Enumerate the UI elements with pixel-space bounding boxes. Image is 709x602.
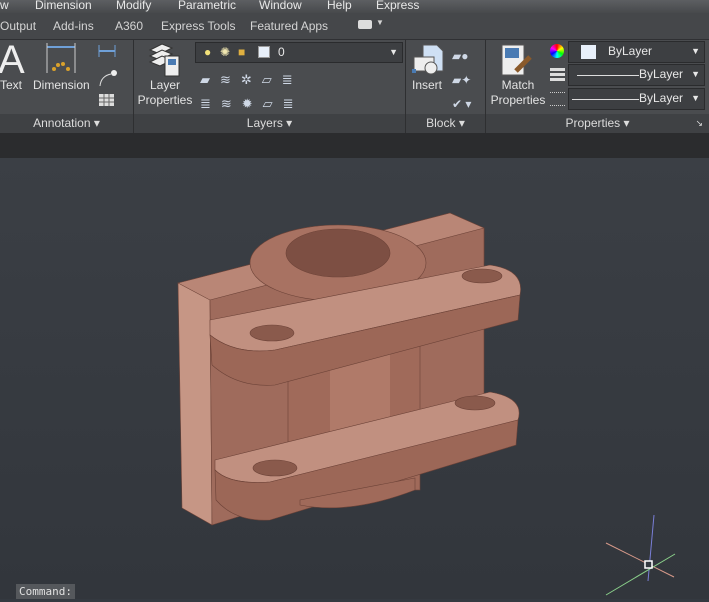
menu-parametric[interactable]: Parametric	[178, 0, 236, 12]
line-sample	[572, 99, 639, 100]
minimize-ribbon-icon[interactable]	[358, 20, 372, 29]
layers-panel-label[interactable]: Layers ▾	[134, 114, 405, 133]
bore-hole	[285, 228, 391, 278]
lineweight-icon	[550, 68, 565, 82]
command-line[interactable]: Command:	[16, 584, 75, 599]
edit-block-icon[interactable]: ▰✦	[452, 68, 471, 92]
menu-express[interactable]: Express	[376, 0, 419, 12]
chevron-down-icon: ▼	[691, 46, 700, 56]
dimension-button[interactable]: Dimension	[33, 78, 90, 93]
properties-panel-label[interactable]: Properties ▾ ↘	[486, 114, 709, 133]
ribbon-tabs: Output Add-ins A360 Express Tools Featur…	[0, 13, 709, 40]
bolt-hole	[252, 459, 298, 477]
chevron-down-icon[interactable]: ▼	[376, 18, 384, 27]
menu-help[interactable]: Help	[327, 0, 352, 12]
menu-draw[interactable]: w	[0, 0, 9, 12]
dimension-icon[interactable]	[44, 43, 78, 77]
color-wheel-icon	[550, 44, 564, 58]
linetype-dropdown[interactable]: ByLayer ▼	[568, 64, 705, 86]
color-swatch	[581, 45, 596, 59]
chevron-down-icon: ▼	[389, 47, 398, 57]
chevron-down-icon: ▼	[691, 69, 700, 79]
tab-a360[interactable]: A360	[115, 19, 143, 33]
text-button[interactable]: Text	[0, 78, 22, 93]
current-layer-name: 0	[278, 45, 285, 59]
annotation-tools[interactable]	[97, 44, 127, 108]
match-properties-icon[interactable]	[500, 43, 534, 79]
menu-modify[interactable]: Modify	[116, 0, 151, 12]
3d-model[interactable]	[0, 158, 709, 599]
bolt-hole	[249, 324, 295, 342]
match-properties-button[interactable]: Match Properties	[489, 78, 547, 108]
create-block-icon[interactable]: ▰●	[452, 44, 471, 68]
layer-tools-grid[interactable]: ▰≋✲▱≣ ≣≋✹▱≣	[200, 68, 312, 116]
layer-properties-icon[interactable]	[148, 42, 182, 78]
drawing-viewport[interactable]	[0, 158, 709, 599]
tab-express-tools[interactable]: Express Tools	[161, 19, 235, 33]
lineweight-dropdown[interactable]: ByLayer ▼	[568, 88, 705, 110]
ucs-icon	[605, 514, 676, 596]
block-panel-label[interactable]: Block ▾	[406, 114, 485, 133]
bolt-hole	[454, 395, 496, 411]
bolt-hole	[461, 268, 503, 284]
file-tab-bar	[0, 133, 709, 158]
back-plate-side	[177, 282, 213, 526]
layer-properties-button[interactable]: Layer Properties	[136, 78, 194, 108]
unlock-icon: ■	[238, 45, 246, 59]
dialog-launcher-icon[interactable]: ↘	[695, 114, 703, 133]
annotation-panel-label[interactable]: Annotation ▾	[0, 114, 133, 133]
linetype-icon	[550, 92, 565, 106]
menu-dimension[interactable]: Dimension	[35, 0, 92, 12]
layer-tools-row-1[interactable]: ▰≋✲▱≣	[200, 68, 312, 92]
tab-featured-apps[interactable]: Featured Apps	[250, 19, 328, 33]
block-tools[interactable]: ▰● ▰✦ ✔ ▾	[452, 44, 471, 116]
layer-dropdown[interactable]: ● ✺ ■ 0 ▼	[195, 42, 403, 63]
layer-color-swatch	[258, 46, 270, 58]
ribbon: A Text Dimension Annotation ▾ Layer Prope…	[0, 40, 709, 133]
menu-bar: w Dimension Modify Parametric Window Hel…	[0, 0, 709, 13]
menu-window[interactable]: Window	[259, 0, 302, 12]
color-dropdown[interactable]: ByLayer ▼	[568, 41, 705, 63]
chevron-down-icon: ▼	[691, 93, 700, 103]
attribute-icon[interactable]: ✔ ▾	[452, 92, 471, 116]
text-icon[interactable]: A	[0, 40, 25, 80]
insert-block-icon[interactable]	[411, 43, 445, 77]
insert-button[interactable]: Insert	[412, 78, 442, 93]
line-sample	[577, 75, 639, 76]
tab-output[interactable]: Output	[0, 19, 36, 33]
tab-add-ins[interactable]: Add-ins	[53, 19, 94, 33]
sun-icon: ✺	[220, 45, 231, 59]
layer-tools-row-2[interactable]: ≣≋✹▱≣	[200, 92, 312, 116]
lightbulb-icon: ●	[204, 45, 212, 59]
